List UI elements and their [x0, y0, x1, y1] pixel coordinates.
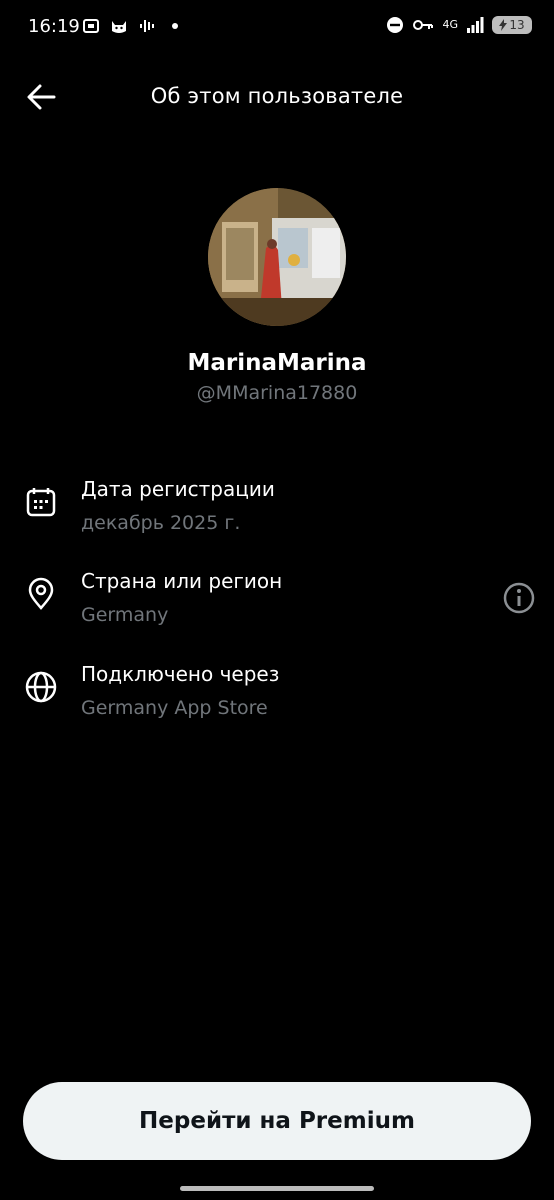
header: Об этом пользователе: [0, 70, 554, 124]
location-pin-icon: [28, 577, 54, 610]
joined-label: Дата регистрации: [81, 477, 275, 501]
calendar-icon: [26, 488, 56, 517]
signal-icon: [467, 17, 484, 33]
home-indicator[interactable]: [180, 1186, 374, 1191]
page-title: Об этом пользователе: [150, 84, 404, 108]
battery-level: 13: [509, 18, 525, 32]
premium-button[interactable]: Перейти на Premium: [23, 1082, 531, 1160]
status-bar: 16:19 4G 13: [0, 0, 554, 56]
display-name: MarinaMarina: [187, 350, 367, 376]
avatar-photo: [208, 188, 346, 326]
do-not-disturb-icon: [387, 17, 404, 33]
cat-app-icon: [112, 21, 126, 33]
vpn-key-icon: [413, 20, 434, 30]
country-value: Germany: [81, 604, 169, 626]
connected-value: Germany App Store: [81, 697, 268, 719]
info-row-joined: Дата регистрации декабрь 2025 г.: [0, 477, 554, 547]
globe-icon: [25, 671, 57, 703]
connected-label: Подключено через: [81, 662, 280, 686]
avatar[interactable]: [208, 188, 346, 326]
network-type: 4G: [442, 18, 458, 31]
status-time: 16:19: [28, 16, 80, 37]
info-row-country: Страна или регион Germany: [0, 569, 554, 639]
audio-wave-icon: [140, 20, 154, 32]
username-handle: @MMarina17880: [196, 382, 358, 404]
notification-dot-icon: [172, 23, 178, 29]
screenshot-icon: [83, 19, 99, 33]
charging-icon: [499, 19, 508, 31]
battery-indicator: 13: [492, 16, 532, 34]
country-label: Страна или регион: [81, 569, 283, 593]
info-row-connected: Подключено через Germany App Store: [0, 662, 554, 732]
joined-value: декабрь 2025 г.: [81, 512, 241, 534]
info-icon[interactable]: [502, 581, 536, 615]
